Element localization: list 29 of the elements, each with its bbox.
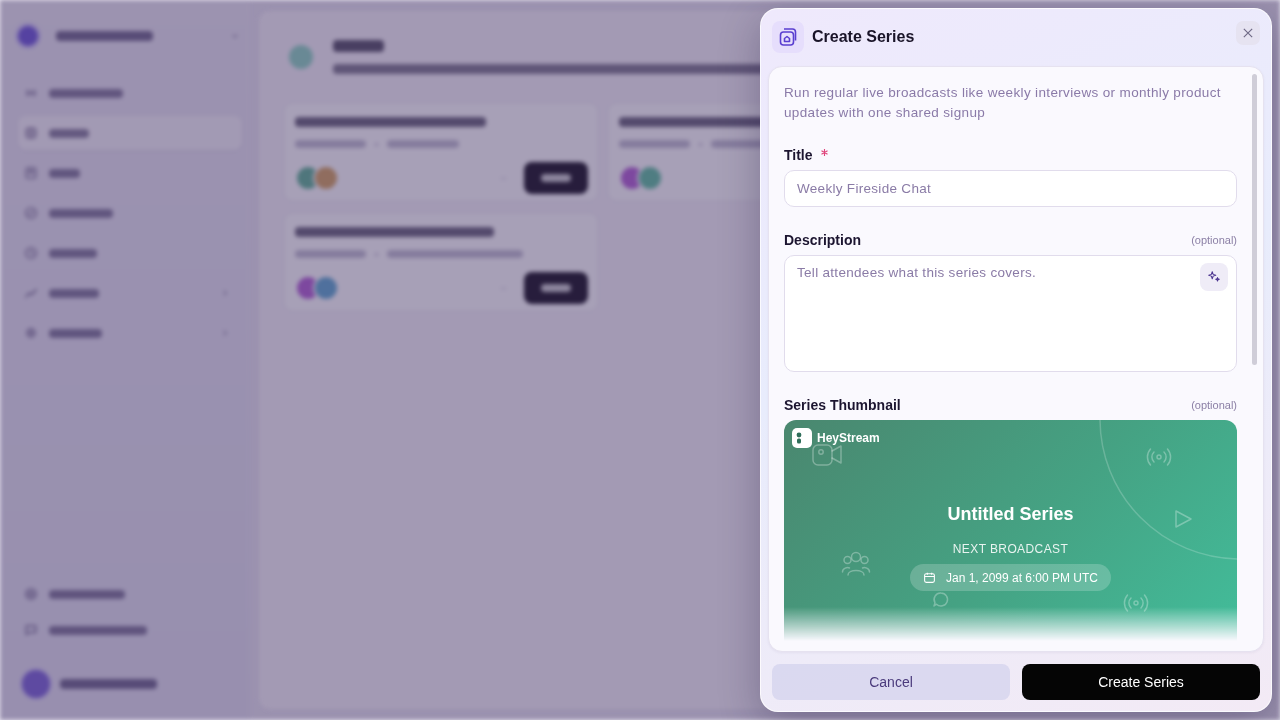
- stacked-squares-icon: [772, 21, 804, 53]
- broadcast-icon: [1146, 448, 1172, 466]
- optional-hint: (optional): [1191, 234, 1237, 246]
- dialog-title: Create Series: [812, 28, 915, 46]
- optional-hint: (optional): [1191, 399, 1237, 411]
- preview-caption: NEXT BROADCAST: [952, 541, 1069, 557]
- chat-bubble-icon: [933, 592, 949, 607]
- broadcast-icon: [1123, 594, 1149, 612]
- field-label: Title: [784, 147, 813, 163]
- text-input[interactable]: Weekly Fireside Chat: [784, 170, 1237, 207]
- sparkle-button[interactable]: [1200, 263, 1228, 291]
- scrollbar-thumb[interactable]: [1252, 74, 1257, 365]
- field-label: Series Thumbnail: [784, 397, 901, 413]
- sparkle-icon: [1207, 270, 1221, 284]
- logo-icon: [792, 428, 812, 448]
- people-icon: [841, 551, 871, 576]
- text-area[interactable]: Tell attendees what this series covers.: [784, 255, 1237, 372]
- calendar-icon: [922, 571, 936, 584]
- create-button[interactable]: Create Series: [1022, 664, 1260, 700]
- play-icon: [1175, 510, 1192, 528]
- preview-date: Jan 1, 2099 at 6:00 PM UTC: [945, 570, 1099, 585]
- cancel-button[interactable]: Cancel: [772, 664, 1010, 700]
- preview-title: Untitled Series: [947, 503, 1074, 526]
- dialog-description: Run regular live broadcasts like weekly interviews or monthly product updates with one shared signup: [784, 84, 1222, 122]
- video-camera-icon: [812, 444, 842, 466]
- field-label: Description: [784, 232, 861, 248]
- brand-name: HeyStream: [817, 431, 880, 445]
- close-button[interactable]: [1236, 21, 1260, 45]
- close-icon: [1243, 28, 1253, 38]
